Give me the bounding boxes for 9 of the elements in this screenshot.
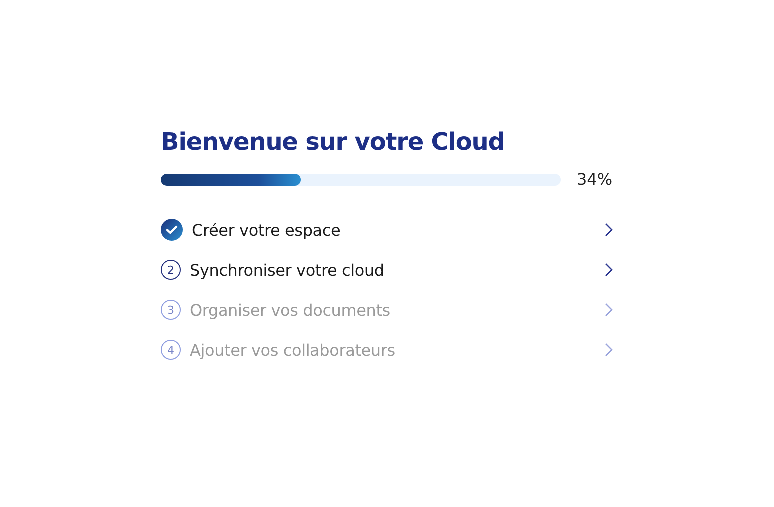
step-number: 2 bbox=[161, 260, 181, 280]
progress-percent: 34% bbox=[577, 170, 613, 189]
step-number: 4 bbox=[161, 340, 181, 360]
step-number: 3 bbox=[161, 300, 181, 320]
page-title: Bienvenue sur votre Cloud bbox=[161, 127, 506, 158]
step-label[interactable]: Synchroniser votre cloud bbox=[190, 260, 605, 280]
chevron-right-icon[interactable] bbox=[605, 263, 613, 277]
chevron-right-icon[interactable] bbox=[605, 223, 613, 237]
step-label[interactable]: Créer votre espace bbox=[192, 220, 605, 240]
